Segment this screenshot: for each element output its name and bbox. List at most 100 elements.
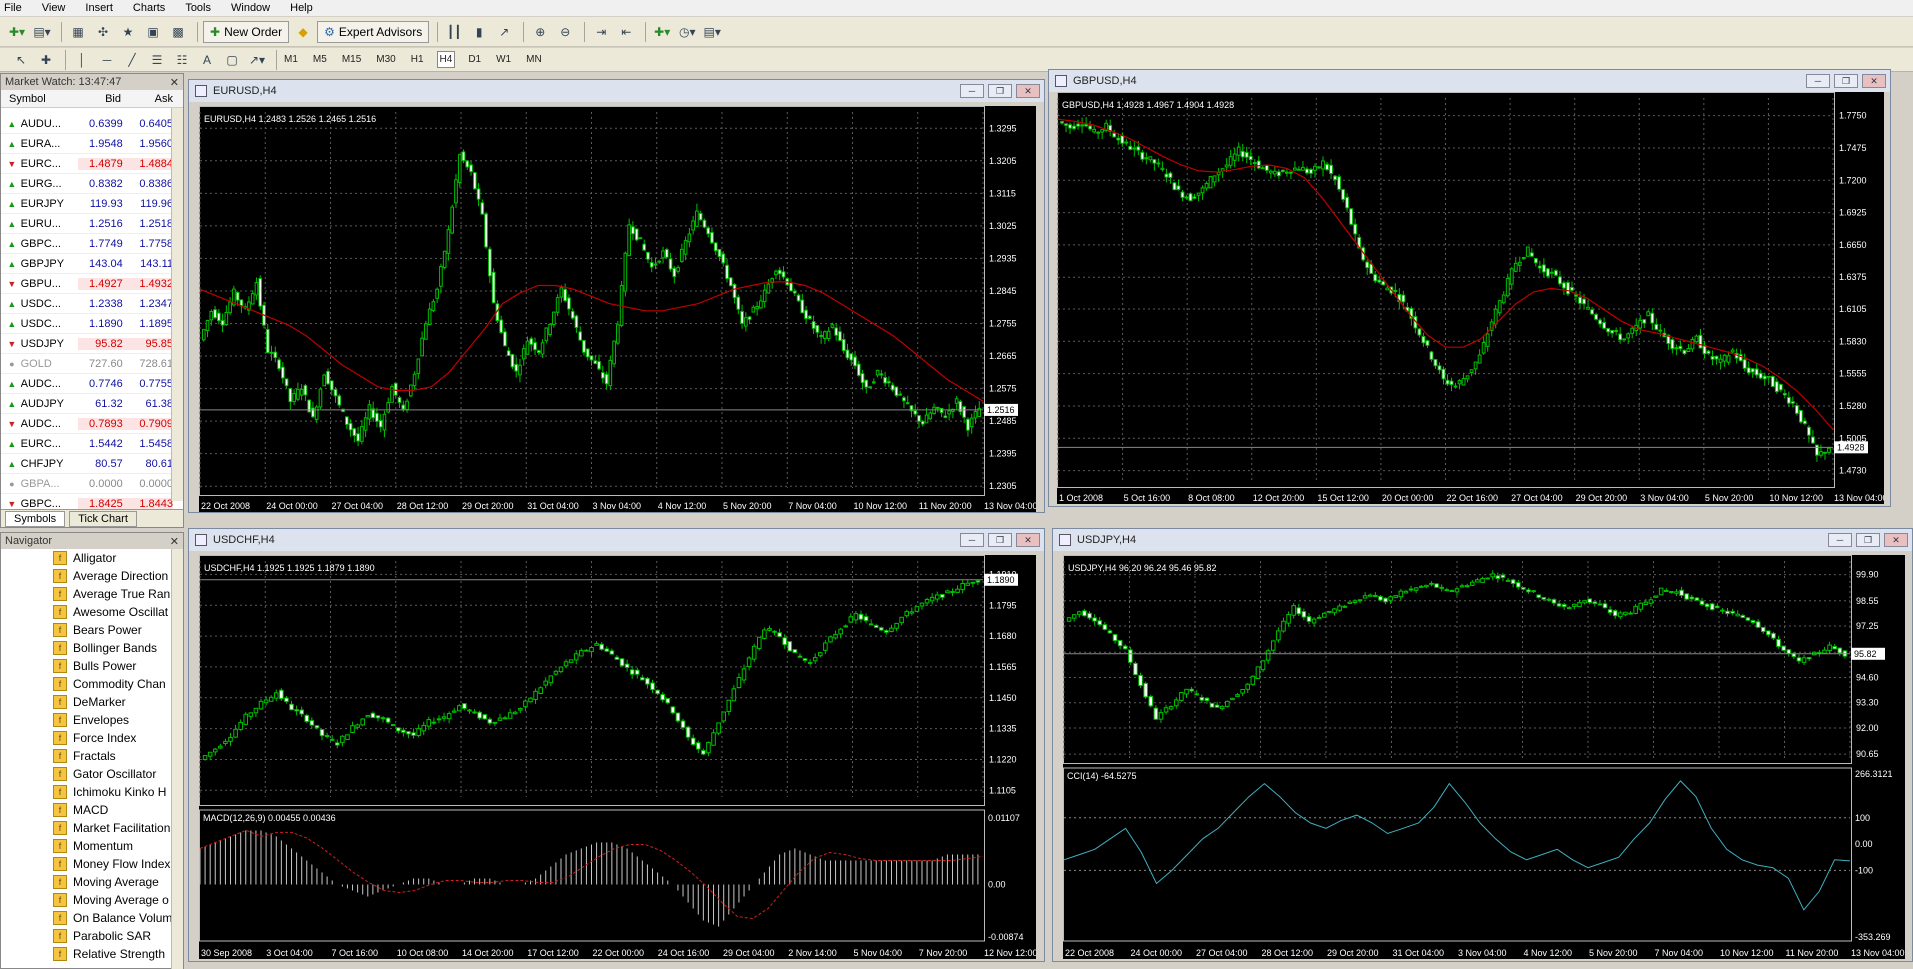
navigator-item[interactable]: f Envelopes [1,711,173,729]
arrows-icon[interactable]: ↗▾ [246,49,268,71]
navigator-item[interactable]: f Parabolic SAR [1,927,173,945]
col-ask-header[interactable]: Ask [127,93,173,105]
col-symbol-header[interactable]: Symbol [1,93,77,105]
navigator-scrollbar[interactable] [171,549,183,969]
price-chart[interactable]: 1.7750 1.7475 1.7200 1.6925 1.6650 1.6375 1.61… [1057,92,1884,504]
auto-scroll-icon[interactable]: ⇥ [590,21,612,43]
navigator-item[interactable]: f Money Flow Index [1,855,173,873]
col-bid-header[interactable]: Bid [77,93,127,105]
tab-tick-chart[interactable]: Tick Chart [69,510,137,527]
zoom-out-icon[interactable]: ⊖ [554,21,576,43]
timeframe-mn[interactable]: MN [524,52,544,67]
menu-view[interactable]: View [42,2,66,14]
navigator-item[interactable]: f Momentum [1,837,173,855]
channel-icon[interactable]: ☰ [146,49,168,71]
market-watch-row[interactable]: ▲ EURU... 1.2516 1.2518 [1,214,173,234]
new-chart-icon[interactable]: ✚▾ [6,21,28,43]
market-watch-row[interactable]: ● GOLD 727.60 728.61 [1,354,173,374]
navigator-item[interactable]: f On Balance Volum [1,909,173,927]
navigator-item[interactable]: f Bulls Power [1,657,173,675]
periods-icon[interactable]: ◷▾ [676,21,698,43]
zoom-in-icon[interactable]: ⊕ [529,21,551,43]
profiles-icon[interactable]: ▤▾ [31,21,53,43]
market-watch-row[interactable]: ▲ EURC... 1.5442 1.5458 [1,434,173,454]
indicators-icon[interactable]: ✚▾ [651,21,673,43]
price-chart[interactable]: 99.9098.5597.2595.9094.6093.3092.0090.65… [1063,555,1905,959]
text-icon[interactable]: A [196,49,218,71]
minimize-icon[interactable]: ─ [1828,533,1852,547]
crosshair-icon[interactable]: ✚ [35,49,57,71]
navigator-item[interactable]: f Bollinger Bands [1,639,173,657]
chart-shift-icon[interactable]: ⇤ [615,21,637,43]
price-chart[interactable]: 1.19101.17951.16801.15651.14501.13351.12… [199,555,1036,959]
cursor-icon[interactable]: ↖ [10,49,32,71]
market-watch-row[interactable]: ▲ AUDJPY 61.32 61.38 [1,394,173,414]
menu-file[interactable]: File [4,2,22,14]
restore-icon[interactable]: ❐ [988,84,1012,98]
timeframe-d1[interactable]: D1 [466,52,483,67]
new-order-button[interactable]: ✚ New Order [203,20,290,43]
trendline-icon[interactable]: ╱ [121,49,143,71]
timeframe-m5[interactable]: M5 [311,52,329,67]
market-watch-icon[interactable]: ▦ [67,21,89,43]
minimize-icon[interactable]: ─ [1806,74,1830,88]
vertical-line-icon[interactable]: │ [71,49,93,71]
timeframe-h1[interactable]: H1 [409,52,426,67]
market-watch-row[interactable]: ▼ EURC... 1.4879 1.4884 [1,154,173,174]
market-watch-row[interactable]: ▲ USDC... 1.2338 1.2347 [1,294,173,314]
navigator-item[interactable]: f Fractals [1,747,173,765]
menu-tools[interactable]: Tools [185,2,211,14]
text-label-icon[interactable]: ▢ [221,49,243,71]
expert-advisors-button[interactable]: ⚙ Expert Advisors [317,20,430,43]
market-watch-row[interactable]: ▲ USDC... 1.1890 1.1895 [1,314,173,334]
menu-insert[interactable]: Insert [85,2,113,14]
market-watch-row[interactable]: ▼ USDJPY 95.82 95.85 [1,334,173,354]
chart-window-title-bar[interactable]: GBPUSD,H4 ─ ❐ ✕ [1049,70,1890,92]
close-icon[interactable]: ✕ [1862,74,1886,88]
candlestick-icon[interactable]: ▮ [468,21,490,43]
warning-icon[interactable]: ◆ [292,21,314,43]
market-watch-row[interactable]: ▲ EURG... 0.8382 0.8386 [1,174,173,194]
menu-window[interactable]: Window [231,2,270,14]
chart-window-title-bar[interactable]: USDJPY,H4 ─ ❐ ✕ [1053,529,1912,551]
navigator-item[interactable]: f Relative Strength [1,945,173,963]
market-watch-row[interactable]: ▲ AUDC... 0.7746 0.7755 [1,374,173,394]
data-window-icon[interactable]: ✣ [92,21,114,43]
market-watch-row[interactable]: ▲ AUDU... 0.6399 0.6405 [1,114,173,134]
close-icon[interactable]: ✕ [170,535,179,548]
close-icon[interactable]: ✕ [1016,84,1040,98]
menu-charts[interactable]: Charts [133,2,165,14]
market-watch-row[interactable]: ▼ AUDC... 0.7893 0.7909 [1,414,173,434]
navigator-item[interactable]: f Moving Average [1,873,173,891]
timeframe-h4[interactable]: H4 [436,51,456,68]
market-watch-row[interactable]: ▲ CHFJPY 80.57 80.61 [1,454,173,474]
chart-window-title-bar[interactable]: EURUSD,H4 ─ ❐ ✕ [189,80,1044,102]
navigator-item[interactable]: f Average True Ran [1,585,173,603]
market-watch-row[interactable]: ● GBPA... 0.0000 0.0000 [1,474,173,494]
navigator-item[interactable]: f Awesome Oscillat [1,603,173,621]
timeframe-w1[interactable]: W1 [494,52,513,67]
tab-symbols[interactable]: Symbols [5,510,66,527]
timeframe-m30[interactable]: M30 [374,52,397,67]
horizontal-line-icon[interactable]: ─ [96,49,118,71]
templates-icon[interactable]: ▤▾ [701,21,723,43]
fibonacci-icon[interactable]: ☷ [171,49,193,71]
market-watch-row[interactable]: ▲ EURJPY 119.93 119.96 [1,194,173,214]
navigator-item[interactable]: f Commodity Chan [1,675,173,693]
chart-window-title-bar[interactable]: USDCHF,H4 ─ ❐ ✕ [189,529,1044,551]
menu-help[interactable]: Help [290,2,313,14]
navigator-item[interactable]: f Market Facilitation [1,819,173,837]
close-icon[interactable]: ✕ [170,76,179,89]
navigator-item[interactable]: f Average Direction [1,567,173,585]
restore-icon[interactable]: ❐ [988,533,1012,547]
line-chart-icon[interactable]: ↗ [493,21,515,43]
bar-chart-icon[interactable]: ┃┃ [443,21,465,43]
market-watch-row[interactable]: ▲ EURA... 1.9548 1.9560 [1,134,173,154]
market-watch-row[interactable]: ▼ GBPU... 1.4927 1.4932 [1,274,173,294]
restore-icon[interactable]: ❐ [1856,533,1880,547]
navigator-item[interactable]: f Gator Oscillator [1,765,173,783]
navigator-item[interactable]: f MACD [1,801,173,819]
navigator-item[interactable]: f Moving Average o [1,891,173,909]
close-icon[interactable]: ✕ [1016,533,1040,547]
timeframe-m1[interactable]: M1 [282,52,300,67]
